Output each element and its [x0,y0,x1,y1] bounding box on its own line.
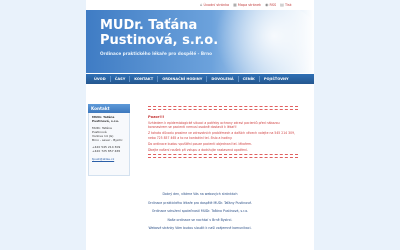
rss-icon: ◉ [265,2,269,7]
site-title[interactable]: MUDr. Taťána Pustinová, s.r.o. [100,18,220,48]
divider [148,106,298,107]
welcome-line: Webové stránky Vám budou sloužit k naší … [148,226,252,231]
site-subtitle: Ordinace praktického lékaře pro dospělé … [100,51,212,56]
main-content: Pozor!!! Vzhledem k epidemiologické situ… [148,104,298,160]
notice-paragraph: Vzhledem k epidemiologické situaci a pot… [148,121,280,130]
print-icon: ▤ [280,2,284,7]
nav-item-uvod[interactable]: ÚVOD [90,76,111,82]
nav-item-dovolena[interactable]: DOVOLENÁ [207,76,239,82]
rss-link[interactable]: ◉RSS [265,2,276,7]
home-link[interactable]: ⌂Úvodní stránka [200,2,229,7]
welcome-line: Ordinace praktického lékaře pro dospělé … [147,200,253,205]
welcome-line: Ordinace sdružení společností MUDr. Taťá… [151,209,249,214]
welcome-line: Dobrý den, vítáme Vás na webových stránk… [162,192,238,196]
notice-paragraph: Dbejte nošení roušek při vstupu a dodržu… [148,148,248,153]
nav-item-ordinacni-hodiny[interactable]: ORDINAČNÍ HODINY [158,76,208,82]
divider [148,154,298,156]
nav-item-kontakt[interactable]: KONTAKT [130,76,159,82]
print-link[interactable]: ▤Tisk [280,2,291,7]
notice-paragraph: Z tohoto důvodu prosíme ve zdravotních p… [148,131,296,140]
notice-heading: Pozor!!! [148,115,165,119]
divider [148,109,298,110]
welcome-line: Naše ordinace se nachází v Brně Bystrci. [167,217,233,222]
top-links: ⌂Úvodní stránka ▦Mapa stránek ◉RSS ▤Tisk [200,1,310,8]
contact-line: Brno - sever - Bystrc [92,137,123,142]
sidebar-body: MUDr. Taťána Pustinová, s.r.o. MUDr. Tať… [88,113,130,176]
contact-sidebar: Kontakt MUDr. Taťána Pustinová, s.r.o. M… [88,104,130,176]
sitemap-link[interactable]: ▦Mapa stránek [233,2,261,7]
nav-item-cenik[interactable]: CENÍK [239,76,260,82]
main-nav: ÚVOD ČASY KONTAKT ORDINAČNÍ HODINY DOVOL… [86,74,314,84]
title-line-2[interactable]: Pustinová, s.r.o. [100,33,220,48]
welcome-text: Dobrý den, vítáme Vás na webových stránk… [86,190,314,233]
nav-item-casy[interactable]: ČASY [111,76,131,82]
sitemap-icon: ▦ [233,2,237,7]
sidebar-heading: Kontakt [88,104,130,113]
title-line-1[interactable]: MUDr. Taťána [100,18,220,33]
notice-paragraph: Do ordinace budou vpuštěni pouze pacient… [148,141,253,146]
contact-email-link[interactable]: tpust@atlas.cz [92,157,126,162]
divider [148,157,298,159]
nav-item-pojistovny[interactable]: POJIŠŤOVNY [260,76,293,82]
home-icon: ⌂ [200,2,203,7]
